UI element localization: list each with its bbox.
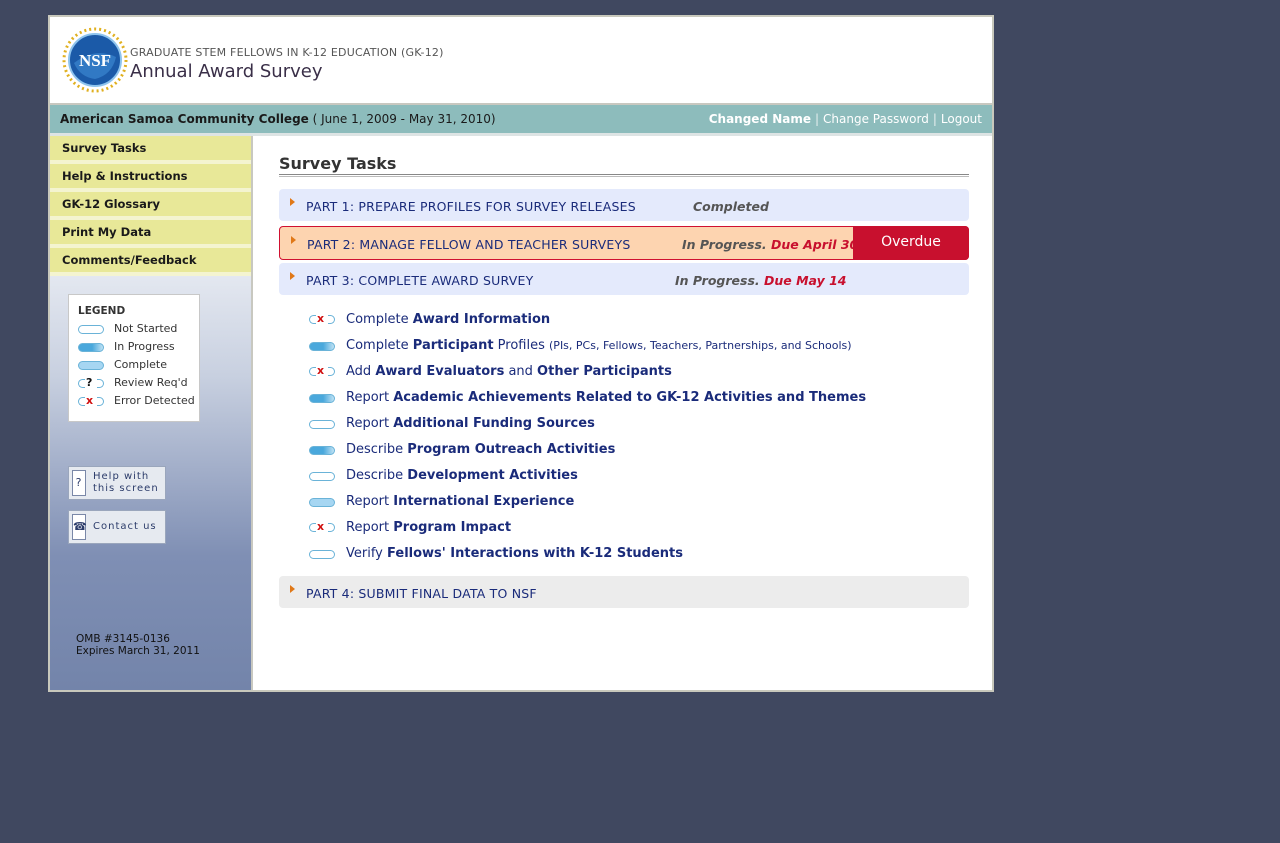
part-4-row[interactable]: PART 4: SUBMIT FINAL DATA TO NSF <box>279 576 969 608</box>
nav-print-my-data[interactable]: Print My Data <box>50 220 251 248</box>
task-label[interactable]: Describe Program Outreach Activities <box>346 441 615 459</box>
part-status: In Progress. Due April 30 <box>682 237 859 252</box>
due-date: Due April 30 <box>771 237 859 252</box>
task-label[interactable]: Verify Fellows' Interactions with K-12 S… <box>346 545 683 563</box>
part-3-row[interactable]: PART 3: COMPLETE AWARD SURVEY In Progres… <box>279 263 969 295</box>
error-status-icon: x <box>309 312 335 325</box>
not-started-icon <box>78 325 104 334</box>
logout-link[interactable]: Logout <box>941 112 982 126</box>
nsf-logo: NSF <box>62 27 128 93</box>
logo-text: NSF <box>79 51 111 70</box>
legend-title: LEGEND <box>78 305 126 317</box>
nav-survey-tasks[interactable]: Survey Tasks <box>50 136 251 164</box>
task-label[interactable]: Report Academic Achievements Related to … <box>346 389 866 407</box>
task-label[interactable]: Complete Participant Profiles (PIs, PCs,… <box>346 337 852 355</box>
legend: LEGEND Not Started In Progress Complete … <box>68 294 200 422</box>
part-status: Completed <box>693 199 769 214</box>
page-title: Survey Tasks <box>279 154 397 173</box>
program-title: GRADUATE STEM FELLOWS IN K-12 EDUCATION … <box>130 46 444 59</box>
nav-help-instructions[interactable]: Help & Instructions <box>50 164 251 192</box>
error-status-icon: x <box>309 520 335 533</box>
task-label[interactable]: Add Award Evaluators and Other Participa… <box>346 363 672 381</box>
user-links: Changed Name | Change Password | Logout <box>709 112 982 126</box>
app-frame: NSF GRADUATE STEM FELLOWS IN K-12 EDUCAT… <box>48 15 994 692</box>
award-info: American Samoa Community College ( June … <box>60 112 496 126</box>
in-progress-icon <box>78 343 104 352</box>
title-divider <box>279 174 969 177</box>
change-password-link[interactable]: Change Password <box>823 112 929 126</box>
expand-arrow-icon <box>290 585 295 593</box>
nav-comments-feedback[interactable]: Comments/Feedback <box>50 248 251 276</box>
nav-glossary[interactable]: GK-12 Glossary <box>50 192 251 220</box>
task-label[interactable]: Describe Development Activities <box>346 467 578 485</box>
help-icon: ? <box>72 470 86 496</box>
due-date: Due May 14 <box>764 273 847 288</box>
review-required-icon: ? <box>78 376 104 389</box>
main-content: Survey Tasks PART 1: PREPARE PROFILES FO… <box>253 136 992 690</box>
overdue-badge: Overdue <box>853 226 969 260</box>
info-bar: American Samoa Community College ( June … <box>50 105 992 136</box>
expand-arrow-icon <box>290 198 295 206</box>
task-label[interactable]: Report Additional Funding Sources <box>346 415 595 433</box>
sidebar: Survey Tasks Help & Instructions GK-12 G… <box>50 136 253 690</box>
app-title: Annual Award Survey <box>130 61 323 82</box>
task-label[interactable]: Report Program Impact <box>346 519 511 537</box>
user-name-link[interactable]: Changed Name <box>709 112 811 126</box>
error-icon: x <box>78 394 104 407</box>
part-1-row[interactable]: PART 1: PREPARE PROFILES FOR SURVEY RELE… <box>279 189 969 221</box>
part-2-row[interactable]: PART 2: MANAGE FELLOW AND TEACHER SURVEY… <box>279 226 969 260</box>
phone-icon: ☎ <box>72 514 87 540</box>
task-label[interactable]: Report International Experience <box>346 493 574 511</box>
expand-arrow-icon <box>291 236 296 244</box>
award-period: ( June 1, 2009 - May 31, 2010) <box>312 112 496 126</box>
separator: | <box>932 112 937 126</box>
separator: | <box>815 112 820 126</box>
contact-us-button[interactable]: ☎ Contact us <box>68 510 166 544</box>
task-label[interactable]: Complete Award Information <box>346 311 550 329</box>
help-with-screen-button[interactable]: ? Help with this screen <box>68 466 166 500</box>
omb-notice: OMB #3145-0136 Expires March 31, 2011 <box>76 633 200 657</box>
expand-arrow-icon <box>290 272 295 280</box>
organization-name: American Samoa Community College <box>60 112 309 126</box>
error-status-icon: x <box>309 364 335 377</box>
header: NSF GRADUATE STEM FELLOWS IN K-12 EDUCAT… <box>50 17 992 105</box>
complete-icon <box>78 361 104 370</box>
part-status: In Progress. Due May 14 <box>675 273 847 288</box>
